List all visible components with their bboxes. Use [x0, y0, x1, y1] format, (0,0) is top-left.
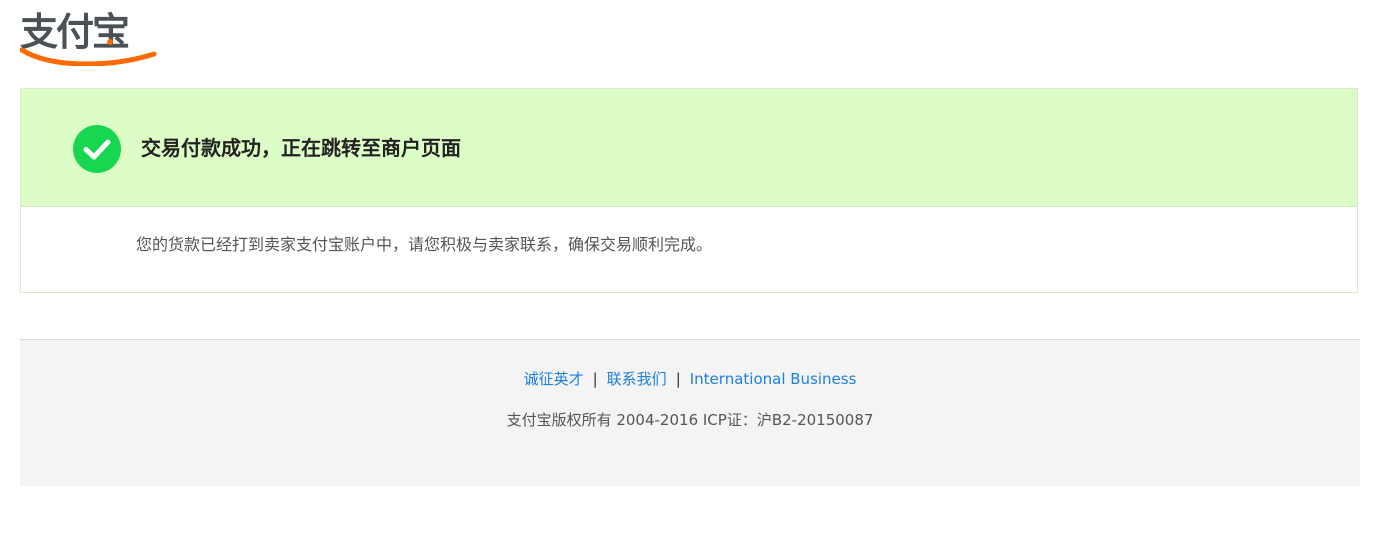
- payment-result-panel: 交易付款成功，正在跳转至商户页面 您的货款已经打到卖家支付宝账户中，请您积极与卖…: [20, 88, 1358, 293]
- footer-links: 诚征英才 | 联系我们 | International Business: [20, 368, 1360, 390]
- footer-link-international[interactable]: International Business: [690, 370, 857, 388]
- result-title: 交易付款成功，正在跳转至商户页面: [141, 136, 461, 160]
- result-description: 您的货款已经打到卖家支付宝账户中，请您积极与卖家联系，确保交易顺利完成。: [136, 235, 713, 254]
- footer-link-contact[interactable]: 联系我们: [607, 370, 667, 388]
- copyright-text: 支付宝版权所有 2004-2016 ICP证：沪B2-20150087: [506, 411, 874, 429]
- footer-link-careers[interactable]: 诚征英才: [524, 370, 584, 388]
- logo-swoosh-icon: [20, 39, 157, 66]
- alipay-logo[interactable]: 支付宝: [20, 8, 160, 66]
- check-circle-icon: [73, 125, 121, 173]
- footer-separator: |: [675, 370, 681, 388]
- footer-separator: |: [592, 370, 598, 388]
- footer: 诚征英才 | 联系我们 | International Business 支付宝版权所有…: [20, 339, 1360, 486]
- result-header: 交易付款成功，正在跳转至商户页面: [21, 89, 1357, 207]
